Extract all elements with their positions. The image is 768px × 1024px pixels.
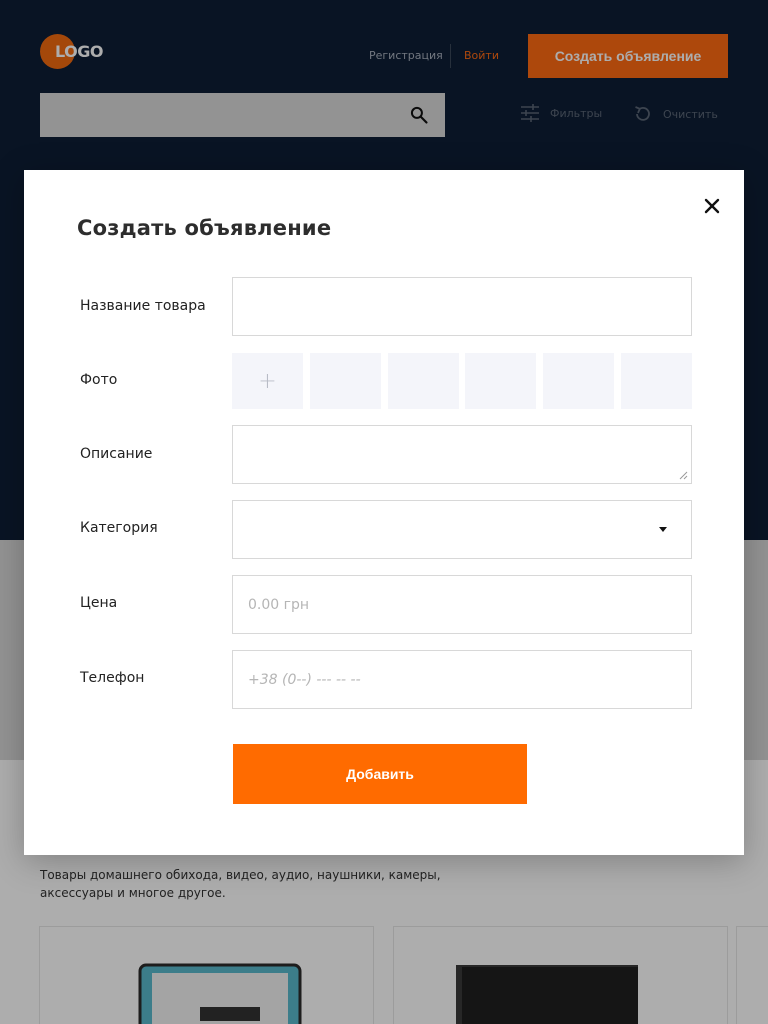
- name-label: Название товара: [80, 298, 206, 314]
- create-listing-modal: Создать объявление Название товара Фото …: [24, 170, 744, 855]
- photo-slot[interactable]: [388, 353, 459, 409]
- caret-down-icon: [659, 527, 667, 532]
- name-field[interactable]: [232, 277, 692, 336]
- close-icon[interactable]: [702, 196, 722, 216]
- plus-icon: +: [258, 368, 277, 394]
- description-textarea[interactable]: [232, 425, 692, 484]
- price-placeholder: 0.00 грн: [248, 596, 310, 613]
- modal-title: Создать объявление: [77, 216, 332, 240]
- phone-label: Телефон: [80, 670, 145, 686]
- photo-slot[interactable]: [310, 353, 381, 409]
- price-label: Цена: [80, 595, 118, 611]
- description-label: Описание: [80, 446, 153, 462]
- photo-slot[interactable]: [465, 353, 536, 409]
- category-select[interactable]: [232, 500, 692, 559]
- resize-grip-icon[interactable]: [679, 471, 688, 480]
- photo-slot[interactable]: [543, 353, 614, 409]
- price-field[interactable]: 0.00 грн: [232, 575, 692, 634]
- photo-add-button[interactable]: +: [232, 353, 303, 409]
- photo-slot[interactable]: [621, 353, 692, 409]
- category-label: Категория: [80, 520, 158, 536]
- phone-placeholder: +38 (0--) --- -- --: [248, 671, 361, 688]
- add-button[interactable]: Добавить: [233, 744, 527, 804]
- phone-field[interactable]: +38 (0--) --- -- --: [232, 650, 692, 709]
- photo-label: Фото: [80, 372, 118, 388]
